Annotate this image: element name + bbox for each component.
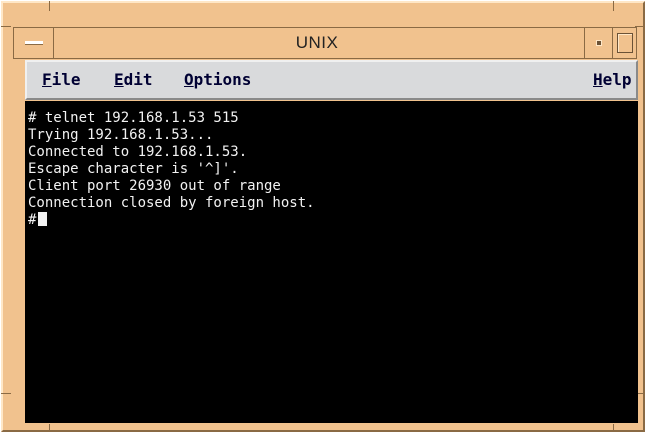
frame-resize-notch[interactable]: [49, 424, 50, 432]
menu-edit-label: dit: [123, 70, 153, 89]
menu-file[interactable]: File: [42, 70, 81, 89]
terminal-prompt: #: [28, 212, 37, 228]
menu-options-label: ptions: [193, 70, 252, 89]
menu-file-label: ile: [51, 70, 81, 89]
terminal-prompt-line: #: [28, 212, 315, 229]
title-bar[interactable]: UNIX: [13, 27, 637, 59]
menu-help[interactable]: Help: [593, 70, 632, 89]
menu-bar: File Edit Options Help: [25, 60, 638, 100]
menu-edit[interactable]: Edit: [114, 70, 153, 89]
terminal-line: Trying 192.168.1.53...: [28, 127, 214, 143]
text-cursor: [38, 212, 48, 226]
frame-resize-notch[interactable]: [49, 1, 50, 11]
minimize-icon: [595, 40, 602, 46]
minimize-button[interactable]: [584, 28, 612, 58]
menu-file-mnemonic: F: [42, 70, 52, 89]
menu-options-mnemonic: O: [184, 70, 194, 89]
terminal-area[interactable]: # telnet 192.168.1.53 515 Trying 192.168…: [25, 101, 638, 423]
menu-help-mnemonic: H: [593, 70, 603, 89]
maximize-icon: [616, 33, 633, 53]
frame-resize-notch[interactable]: [1, 393, 11, 394]
menu-help-label: elp: [602, 70, 632, 89]
window-menu-button[interactable]: [14, 28, 54, 58]
maximize-button[interactable]: [612, 28, 636, 58]
terminal-line: Escape character is '^]'.: [28, 161, 239, 177]
terminal-line: Connection closed by foreign host.: [28, 195, 315, 211]
frame-resize-notch[interactable]: [613, 1, 614, 11]
menu-options[interactable]: Options: [184, 70, 251, 89]
frame-resize-notch[interactable]: [1, 26, 11, 27]
window-title: UNIX: [295, 33, 339, 52]
frame-resize-notch[interactable]: [613, 424, 614, 432]
terminal-line: Client port 26930 out of range: [28, 178, 281, 194]
terminal-output: # telnet 192.168.1.53 515 Trying 192.168…: [28, 110, 315, 229]
window-menu-icon: [24, 41, 43, 45]
terminal-line: Connected to 192.168.1.53.: [28, 144, 248, 160]
menu-edit-mnemonic: E: [114, 70, 124, 89]
terminal-line: # telnet 192.168.1.53 515: [28, 110, 239, 126]
